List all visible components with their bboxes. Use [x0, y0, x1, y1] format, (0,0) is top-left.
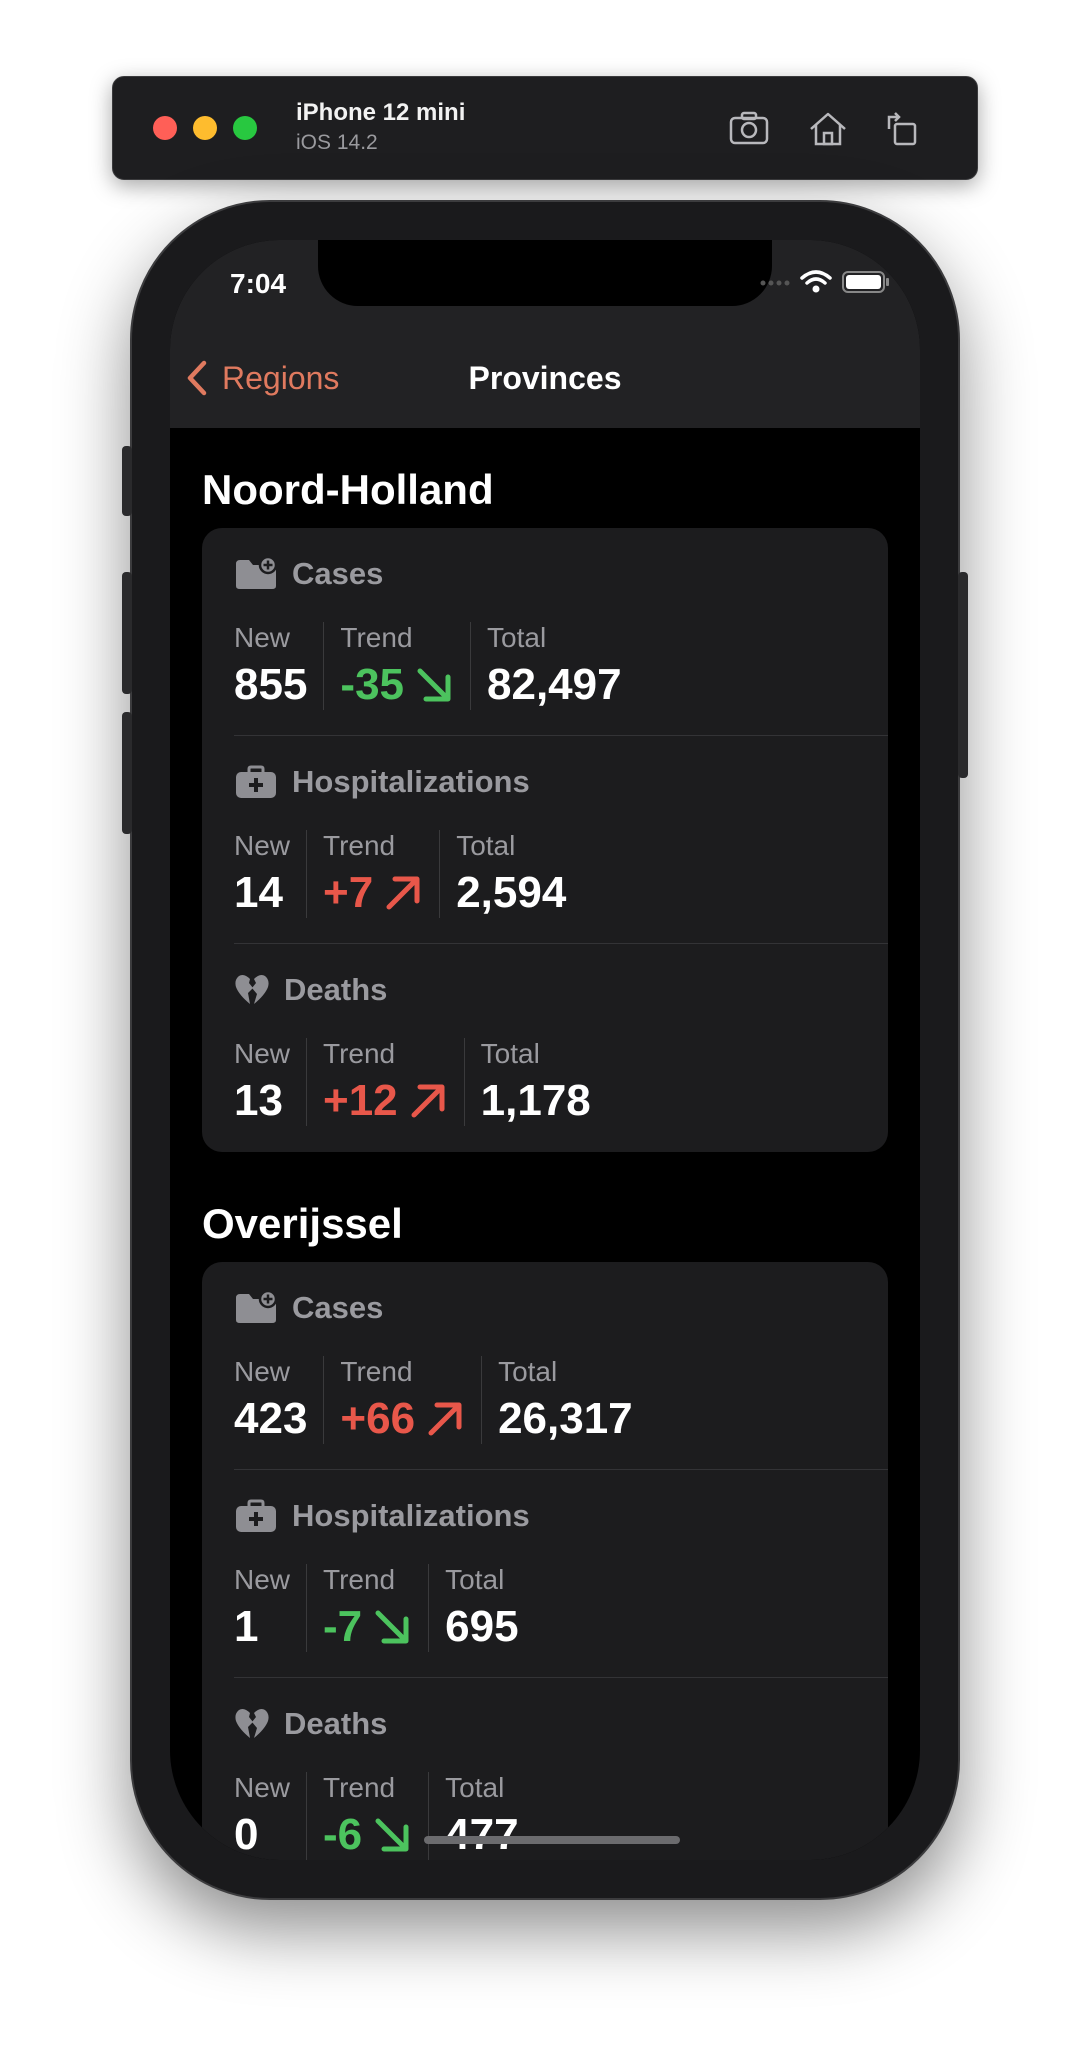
metric-label: Cases	[292, 1290, 384, 1325]
navigation-bar: 7:04 Regions Provinces	[170, 240, 920, 428]
total-label: Total	[445, 1564, 505, 1595]
total-value: 695	[445, 1602, 519, 1651]
arrow-down-right-icon	[417, 668, 451, 702]
broken-heart-icon	[235, 975, 269, 1004]
trend-label: Trend	[323, 830, 396, 861]
trend-value: +66	[340, 1394, 416, 1443]
minimize-window-button[interactable]	[193, 116, 217, 140]
new-value: 1	[234, 1602, 259, 1651]
province-card[interactable]: Cases New 855 Trend -35 Total 82,497 Hospit…	[202, 528, 888, 1152]
province-title: Noord-Holland	[202, 466, 494, 513]
new-value: 423	[234, 1394, 308, 1443]
phone-screen: 7:04 Regions Provinces Noord-Holland Cas…	[170, 240, 920, 1860]
new-label: New	[234, 1356, 291, 1387]
province-title: Overijssel	[202, 1200, 403, 1247]
trend-label: Trend	[340, 622, 413, 653]
metric-label: Deaths	[284, 972, 388, 1007]
new-value: 855	[234, 660, 308, 709]
metric-deaths: Deaths New 0 Trend -6 Total 477	[234, 1678, 888, 1860]
metric-cases: Cases New 855 Trend -35 Total 82,497	[234, 528, 888, 736]
trend-label: Trend	[323, 1772, 396, 1803]
arrow-up-right-icon	[428, 1402, 462, 1436]
trend-value: -35	[340, 660, 405, 709]
battery-icon	[842, 271, 889, 293]
new-label: New	[234, 1038, 291, 1069]
trend-label: Trend	[340, 1356, 413, 1387]
total-label: Total	[456, 830, 516, 861]
folder-plus-icon	[236, 556, 278, 589]
trend-value: +7	[323, 868, 374, 917]
home-indicator[interactable]	[424, 1836, 680, 1844]
trend-value: -6	[323, 1810, 363, 1859]
page-title: Provinces	[468, 360, 622, 396]
new-value: 14	[234, 868, 283, 917]
simulator-title-bar: iPhone 12 mini iOS 14.2	[112, 76, 978, 180]
power-button	[958, 572, 968, 778]
zoom-window-button[interactable]	[233, 116, 257, 140]
home-icon[interactable]	[806, 109, 850, 149]
new-label: New	[234, 1772, 291, 1803]
total-value: 82,497	[487, 660, 622, 709]
notch	[318, 240, 772, 306]
new-label: New	[234, 830, 291, 861]
total-value: 26,317	[498, 1394, 633, 1443]
new-label: New	[234, 1564, 291, 1595]
total-value: 2,594	[456, 868, 567, 917]
volume-up-button	[122, 572, 132, 694]
total-value: 477	[445, 1810, 519, 1859]
broken-heart-icon	[235, 1709, 269, 1738]
total-label: Total	[480, 1038, 540, 1069]
metric-label: Deaths	[284, 1706, 388, 1741]
status-time: 7:04	[230, 268, 287, 299]
total-label: Total	[498, 1356, 558, 1387]
province-card[interactable]: Cases New 423 Trend +66 Total 26,317 Hospit…	[202, 1262, 888, 1860]
new-label: New	[234, 622, 291, 653]
trend-label: Trend	[323, 1038, 396, 1069]
arrow-up-right-icon	[411, 1084, 445, 1118]
arrow-down-right-icon	[375, 1610, 409, 1644]
folder-plus-icon	[236, 1290, 278, 1323]
metric-deaths: Deaths New 13 Trend +12 Total 1,178	[234, 944, 888, 1152]
metric-label: Hospitalizations	[292, 1498, 530, 1533]
metric-cases: Cases New 423 Trend +66 Total 26,317	[234, 1262, 888, 1470]
signal-icon	[760, 280, 790, 286]
os-version: iOS 14.2	[296, 131, 378, 154]
volume-down-button	[122, 712, 132, 834]
close-window-button[interactable]	[153, 116, 177, 140]
metric-label: Cases	[292, 556, 384, 591]
rotate-icon[interactable]	[881, 109, 925, 149]
mute-switch	[122, 446, 132, 516]
total-value: 1,178	[480, 1076, 591, 1125]
status-icons	[760, 270, 890, 294]
new-value: 13	[234, 1076, 283, 1125]
arrow-up-right-icon	[386, 876, 420, 910]
device-name: iPhone 12 mini	[296, 99, 466, 126]
metric-hospitalizations: Hospitalizations New 14 Trend +7 Total 2,59…	[234, 736, 888, 944]
new-value: 0	[234, 1810, 259, 1859]
province-list[interactable]: Noord-Holland Cases New 855 Trend -35 Tota…	[170, 428, 920, 1860]
medical-bag-icon	[236, 1499, 276, 1532]
metric-hospitalizations: Hospitalizations New 1 Trend -7 Total 695	[234, 1470, 888, 1678]
total-label: Total	[445, 1772, 505, 1803]
medical-bag-icon	[236, 765, 276, 798]
trend-label: Trend	[323, 1564, 396, 1595]
trend-value: +12	[323, 1076, 398, 1125]
total-label: Total	[487, 622, 547, 653]
metric-label: Hospitalizations	[292, 764, 530, 799]
arrow-down-right-icon	[375, 1818, 409, 1852]
trend-value: -7	[323, 1602, 363, 1651]
wifi-icon	[800, 270, 832, 293]
screenshot-icon[interactable]	[728, 109, 772, 149]
